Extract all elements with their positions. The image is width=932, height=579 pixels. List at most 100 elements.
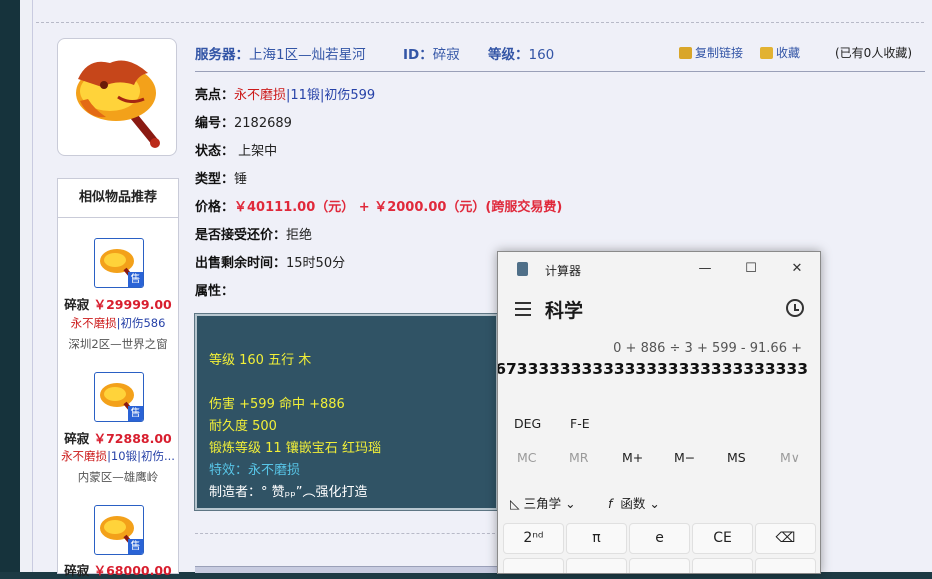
level-info: 等级：160 — [488, 43, 554, 63]
time-value: 15时50分 — [286, 256, 346, 271]
chevron-down-icon: ⌄ — [649, 496, 660, 511]
memory-add-button[interactable]: M+ — [622, 450, 643, 465]
minimize-button[interactable]: — — [688, 258, 722, 280]
id-label: ID： — [403, 47, 433, 63]
memory-store-button[interactable]: MS — [727, 450, 746, 465]
second-key[interactable]: 2ⁿᵈ — [503, 523, 564, 554]
highlight-label: 亮点： — [195, 88, 235, 103]
similar-item-seller: 碎寂 — [64, 297, 90, 312]
status-value: 上架中 — [238, 144, 278, 159]
favorite-label: 收藏 — [776, 46, 801, 60]
time-label: 出售剩余时间： — [195, 256, 287, 271]
status-row: 状态： 上架中 — [195, 140, 277, 159]
sale-badge: 售 — [128, 272, 143, 287]
server-info: 服务器：上海1区—灿若星河 — [195, 43, 366, 63]
attributes-row: 属性： — [195, 280, 234, 299]
similar-item-tag-blue: |10锻|初伤... — [107, 449, 175, 463]
chevron-down-icon: ⌄ — [565, 496, 576, 511]
fe-button[interactable]: F-E — [570, 416, 590, 431]
counter-offer-value: 拒绝 — [286, 228, 313, 243]
favorite-count: (已有0人收藏) — [835, 46, 912, 60]
highlight-red: 永不磨损 — [234, 88, 287, 103]
e-key[interactable]: e — [629, 523, 690, 554]
calculator-titlebar[interactable]: 计算器 — ☐ ✕ — [498, 252, 820, 286]
memory-clear-button[interactable]: MC — [517, 450, 537, 465]
memory-list-button[interactable]: M∨ — [780, 450, 800, 465]
similar-item-thumb-2[interactable]: 售 — [94, 372, 144, 422]
similar-item-tags-1: 永不磨损|初伤586 — [58, 315, 178, 331]
section-divider — [195, 533, 500, 534]
link-icon — [679, 47, 692, 59]
function-dropdown[interactable]: f 函数 ⌄ — [608, 493, 660, 512]
hamburger-menu-icon[interactable] — [515, 302, 531, 316]
hammer-icon — [76, 60, 160, 148]
maximize-button[interactable]: ☐ — [734, 258, 768, 280]
similar-item-price: ￥29999.00 — [93, 297, 172, 312]
memory-recall-button[interactable]: MR — [569, 450, 588, 465]
sale-badge: 售 — [128, 406, 143, 421]
triangle-icon: ◺ — [510, 496, 520, 511]
memory-subtract-button[interactable]: M− — [674, 450, 695, 465]
trig-dropdown[interactable]: ◺ 三角学 ⌄ — [510, 493, 576, 512]
attributes-label: 属性： — [195, 284, 235, 299]
counter-offer-row: 是否接受还价：拒绝 — [195, 224, 312, 243]
sale-badge: 售 — [128, 539, 143, 554]
level-label: 等级： — [488, 47, 529, 63]
id-info: ID：碎寂 — [403, 43, 460, 63]
attr-forge: 锻炼等级 11 镶嵌宝石 红玛瑙 — [209, 441, 381, 456]
similar-item-tag-blue: |初伤586 — [116, 316, 166, 330]
server-label: 服务器： — [195, 47, 249, 63]
number-value: 2182689 — [234, 116, 292, 131]
similar-item-tag-red: 永不磨损 — [61, 449, 108, 463]
clear-entry-key[interactable]: CE — [692, 523, 753, 554]
attr-damage: 伤害 +599 命中 +886 — [209, 397, 345, 412]
copy-link-button[interactable]: 复制链接 — [679, 44, 743, 61]
item-image — [57, 38, 177, 156]
folder-icon — [760, 47, 773, 59]
deg-button[interactable]: DEG — [514, 416, 541, 431]
similar-item-price-3[interactable]: 碎寂 ￥68000.00 — [58, 560, 178, 579]
attr-level: 等级 160 五行 木 — [209, 353, 312, 368]
type-value: 锤 — [234, 172, 248, 187]
attribute-box: 等级 160 五行 木 伤害 +599 命中 +886 耐久度 500 锻炼等级… — [194, 313, 499, 511]
close-button[interactable]: ✕ — [780, 258, 814, 280]
similar-item-thumb-3[interactable]: 售 — [94, 505, 144, 555]
calculator-result: 802.67333333333333333333333333333 — [497, 360, 808, 378]
type-row: 类型：锤 — [195, 168, 247, 187]
attr-effect: 特效：永不磨损 — [209, 463, 301, 478]
header-divider — [195, 71, 925, 72]
function-icon: f — [608, 496, 613, 511]
calculator-app-icon — [517, 262, 528, 276]
calculator-title: 计算器 — [545, 264, 582, 278]
number-label: 编号： — [195, 116, 235, 131]
window-left-strip — [0, 0, 20, 572]
number-row: 编号：2182689 — [195, 112, 292, 131]
type-label: 类型： — [195, 172, 235, 187]
history-icon[interactable] — [786, 299, 804, 317]
id-value: 碎寂 — [432, 47, 460, 63]
calculator-mode-title: 科学 — [545, 300, 584, 322]
backspace-key[interactable]: ⌫ — [755, 523, 816, 554]
attr-maker: 制造者：° 赞ₚₚ”︵强化打造 — [209, 485, 368, 500]
trig-label: 三角学 — [523, 496, 562, 511]
copy-link-label: 复制链接 — [695, 46, 744, 60]
similar-item-price-2[interactable]: 碎寂 ￥72888.00 — [58, 428, 178, 447]
top-divider — [36, 22, 924, 23]
similar-item-tag-red: 永不磨损 — [70, 316, 117, 330]
function-label: 函数 — [620, 496, 646, 511]
counter-offer-label: 是否接受还价： — [195, 228, 287, 243]
similar-item-price-1[interactable]: 碎寂 ￥29999.00 — [58, 294, 178, 313]
similar-item-price: ￥72888.00 — [93, 431, 172, 446]
price-value: ￥40111.00（元） + ￥2000.00（元）(跨服交易费) — [234, 200, 563, 215]
status-label: 状态： — [195, 144, 235, 159]
pi-key[interactable]: π — [566, 523, 627, 554]
similar-item-thumb-1[interactable]: 售 — [94, 238, 144, 288]
similar-item-price: ￥68000.00 — [93, 563, 172, 578]
price-row: 价格：￥40111.00（元） + ￥2000.00（元）(跨服交易费) — [195, 196, 562, 215]
price-label: 价格： — [195, 200, 235, 215]
time-row: 出售剩余时间：15时50分 — [195, 252, 345, 271]
similar-item-server-1: 深圳2区—世界之窗 — [68, 337, 168, 351]
attr-durability: 耐久度 500 — [209, 419, 277, 434]
calculator-window: 计算器 — ☐ ✕ 科学 0 + 886 ÷ 3 + 599 - 91.66 +… — [497, 251, 821, 574]
favorite-button[interactable]: 收藏 — [760, 44, 800, 61]
